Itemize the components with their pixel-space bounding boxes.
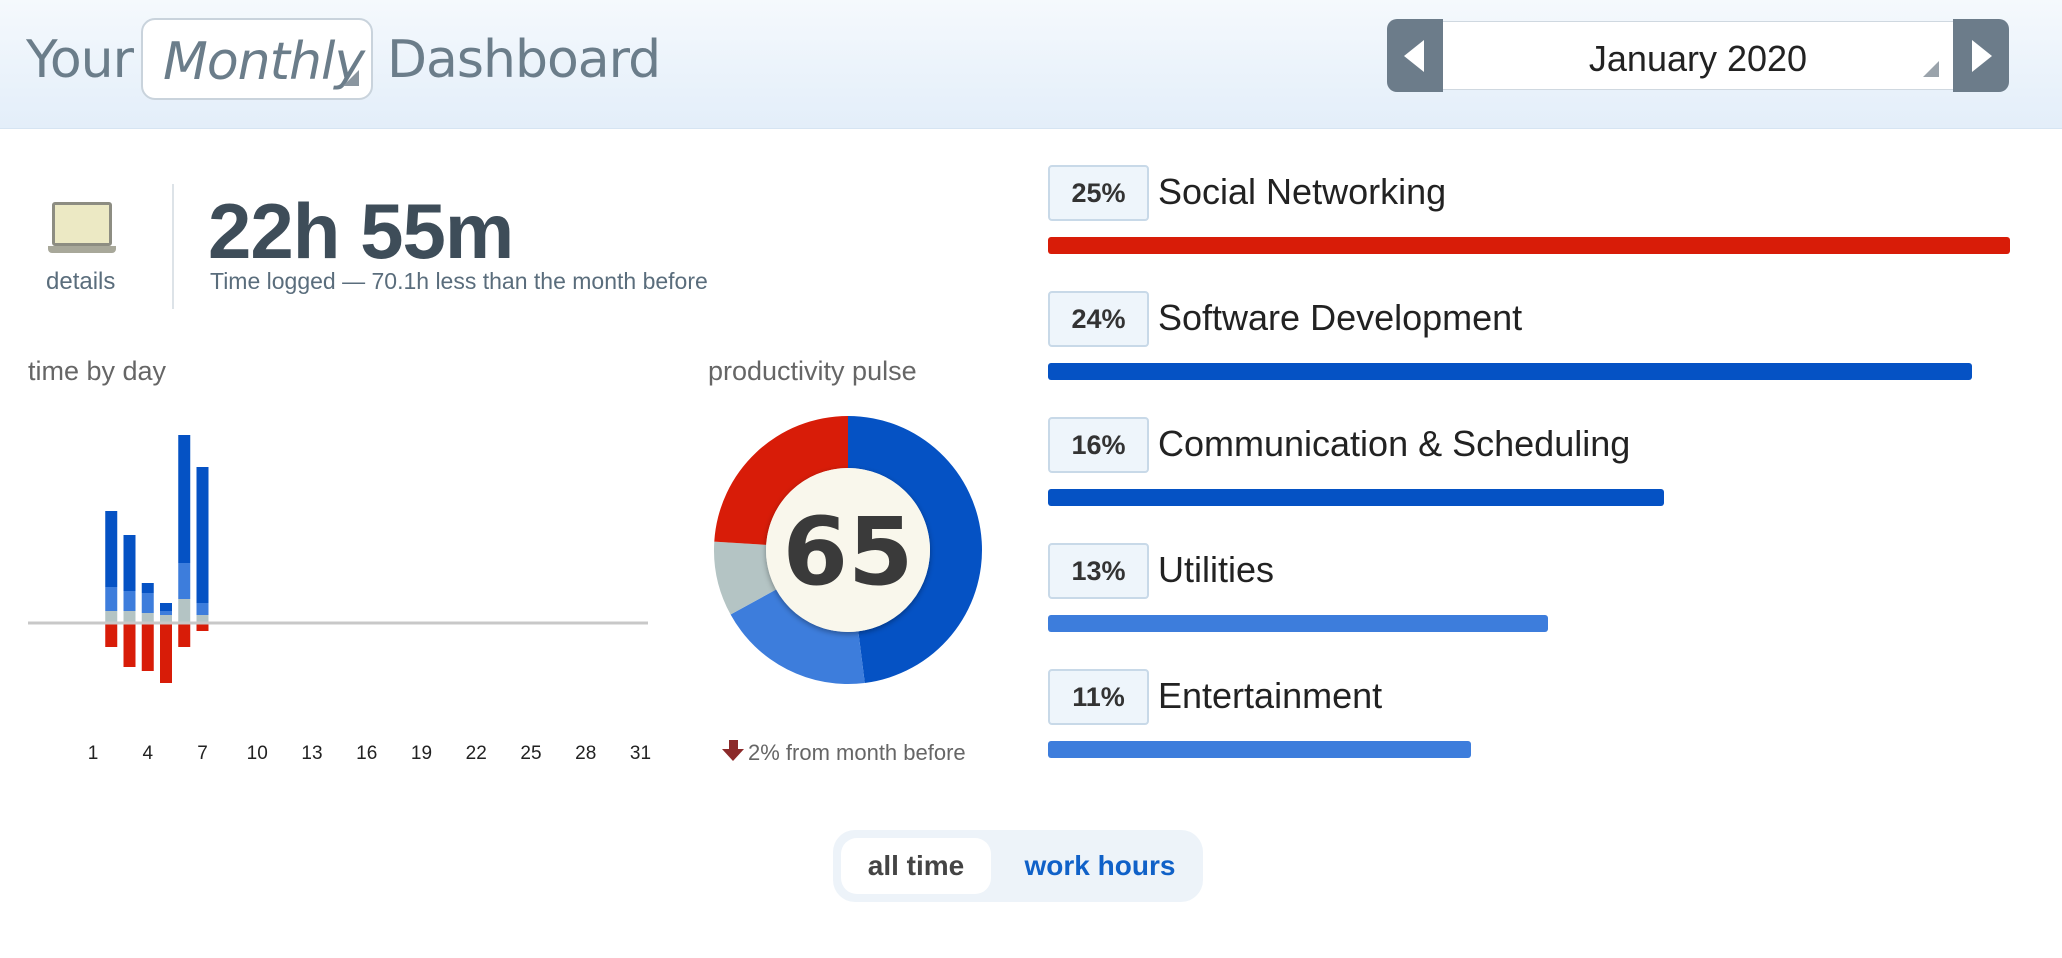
arrow-right-icon xyxy=(1972,40,1992,72)
x-tick-label: 25 xyxy=(520,743,541,764)
time-by-day-chart: 1 4 7 10 13 16 19 22 25 28 31 xyxy=(28,435,651,764)
x-tick-label: 28 xyxy=(575,743,596,764)
total-time-logged: 22h 55m xyxy=(208,187,514,275)
x-tick-label: 31 xyxy=(630,743,651,764)
day-bar-very_productive-4 xyxy=(141,583,154,593)
category-utilities[interactable]: 13% Utilities xyxy=(1048,543,2010,643)
category-bar xyxy=(1048,363,1972,380)
productivity-pulse-chart: 65 xyxy=(714,416,982,684)
x-tick-label: 13 xyxy=(301,743,322,764)
month-select-label: January 2020 xyxy=(1588,38,1808,79)
day-bar-neutral-2 xyxy=(105,611,118,623)
day-bar-productive-3 xyxy=(123,591,136,611)
day-bar-very_productive-7 xyxy=(196,467,209,603)
category-percent: 25% xyxy=(1048,165,1149,221)
day-bar-very_productive-6 xyxy=(178,435,191,563)
dropdown-corner-icon xyxy=(1923,61,1939,77)
time-logged-subtitle: Time logged — 70.1h less than the month … xyxy=(210,268,708,294)
arrow-down-icon xyxy=(722,740,744,762)
category-entertainment[interactable]: 11% Entertainment xyxy=(1048,669,2010,769)
dashboard-header: Your Monthly Dashboard January 2020 xyxy=(0,0,2062,129)
details-link[interactable]: details xyxy=(46,268,115,296)
x-tick-label: 4 xyxy=(142,743,153,764)
day-bar-productive-7 xyxy=(196,603,209,615)
month-select[interactable]: January 2020 xyxy=(1443,21,1953,90)
title-suffix: Dashboard xyxy=(387,30,661,90)
laptop-icon[interactable] xyxy=(48,202,116,253)
title-prefix: Your xyxy=(26,30,134,90)
category-bar xyxy=(1048,615,1549,632)
category-bar xyxy=(1048,741,1472,758)
pulse-change: 2% from month before xyxy=(722,740,966,766)
summary-divider xyxy=(172,184,174,309)
category-software-development[interactable]: 24% Software Development xyxy=(1048,291,2010,391)
x-tick-label: 19 xyxy=(411,743,432,764)
period-select-label: Monthly xyxy=(163,32,365,92)
previous-month-button[interactable] xyxy=(1387,19,1443,92)
x-tick-label: 16 xyxy=(356,743,377,764)
all-time-option[interactable]: all time xyxy=(841,838,991,894)
day-bar-distracting-4 xyxy=(141,623,154,671)
category-bar xyxy=(1048,237,2010,254)
day-bar-productive-2 xyxy=(105,587,118,611)
laptop-base xyxy=(48,246,116,253)
day-bar-very_productive-2 xyxy=(105,511,118,587)
day-bar-distracting-5 xyxy=(160,623,172,683)
day-bar-very_productive-3 xyxy=(123,535,136,591)
day-bar-very_productive-5 xyxy=(160,603,172,611)
category-percent: 13% xyxy=(1048,543,1149,599)
category-percent: 16% xyxy=(1048,417,1149,473)
category-communication-scheduling[interactable]: 16% Communication & Scheduling xyxy=(1048,417,2010,517)
day-bar-distracting-6 xyxy=(178,623,191,647)
x-tick-label: 22 xyxy=(466,743,487,764)
month-navigator: January 2020 xyxy=(1387,19,2009,92)
category-name: Software Development xyxy=(1158,297,1523,338)
category-percent: 24% xyxy=(1048,291,1149,347)
work-hours-option[interactable]: work hours xyxy=(1005,838,1195,894)
x-tick-label: 7 xyxy=(197,743,208,764)
category-percent: 11% xyxy=(1048,669,1149,725)
laptop-screen xyxy=(52,202,112,246)
category-name: Communication & Scheduling xyxy=(1158,423,1631,464)
category-name: Utilities xyxy=(1158,549,1275,590)
category-name: Entertainment xyxy=(1158,675,1383,716)
category-bar xyxy=(1048,489,1664,506)
period-select[interactable]: Monthly xyxy=(141,18,373,100)
day-bar-productive-6 xyxy=(178,563,191,599)
pulse-change-text: 2% from month before xyxy=(748,740,966,765)
day-bar-neutral-6 xyxy=(178,599,191,623)
day-bar-productive-5 xyxy=(160,611,172,615)
hours-toggle: all time work hours xyxy=(833,830,1203,902)
day-bar-distracting-3 xyxy=(123,623,136,667)
x-tick-label: 10 xyxy=(247,743,268,764)
pulse-score: 65 xyxy=(783,498,914,607)
arrow-left-icon xyxy=(1404,40,1424,72)
day-bar-productive-4 xyxy=(141,593,154,613)
category-social-networking[interactable]: 25% Social Networking xyxy=(1048,165,2010,265)
productivity-pulse-title: productivity pulse xyxy=(708,356,917,386)
day-bar-distracting-2 xyxy=(105,623,118,647)
dropdown-corner-icon xyxy=(343,70,359,86)
x-tick-label: 1 xyxy=(88,743,99,764)
category-name: Social Networking xyxy=(1158,171,1447,212)
next-month-button[interactable] xyxy=(1953,19,2009,92)
time-by-day-title: time by day xyxy=(28,356,167,386)
day-bar-neutral-3 xyxy=(123,611,136,623)
